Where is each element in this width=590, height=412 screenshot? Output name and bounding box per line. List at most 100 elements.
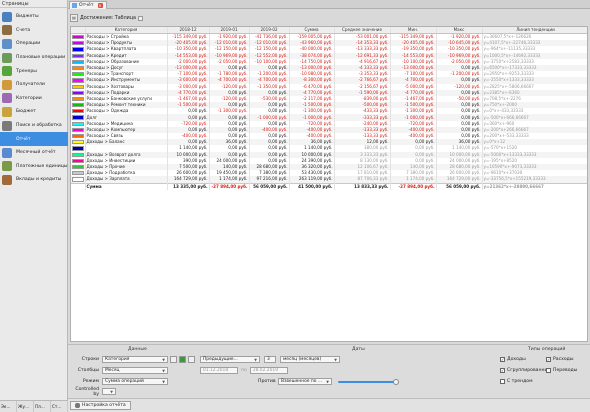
chevron-down-icon: ▼: [162, 379, 165, 384]
close-tab-icon[interactable]: ×: [97, 3, 103, 8]
against-value: Взвешенное по ...: [281, 378, 323, 384]
sidebar-item[interactable]: Получатели: [0, 78, 68, 92]
value-cell: 164 729,00 руб.: [167, 176, 210, 183]
income-label: Доходы: [507, 357, 526, 362]
sidebar-item[interactable]: Виджеты: [0, 10, 68, 24]
trend-checkbox[interactable]: [500, 379, 505, 384]
planned-operations-icon: [2, 52, 12, 63]
period-count-spinner[interactable]: 3: [264, 355, 276, 364]
rows-add-button[interactable]: [170, 356, 177, 363]
color-swatch-cell: [71, 176, 86, 183]
color-swatch: [72, 115, 84, 120]
transfers-label: Переводы: [553, 368, 578, 373]
rows-remove-button[interactable]: [188, 356, 195, 363]
mode-control: Режим Сумма операций ▼: [72, 377, 168, 386]
value-cell: -10 100,00 руб.: [249, 58, 290, 65]
weight-slider[interactable]: [338, 379, 399, 385]
table-row[interactable]: Расходы > Стройка -115 349,00 руб. -1 920,…: [71, 33, 587, 41]
sidebar-item-label: Бюджет: [16, 109, 36, 115]
against-select[interactable]: Взвешенное по ... ▼: [278, 377, 332, 386]
sidebar-tab-2[interactable]: Жу...: [17, 401, 34, 412]
rows-select[interactable]: Категория ▼: [102, 355, 168, 364]
sidebar-tab-3[interactable]: Пл...: [34, 401, 51, 412]
tab-report[interactable]: Отчёт ×: [69, 1, 107, 9]
slider-knob[interactable]: [393, 379, 399, 385]
total-cell: 56 059,00 руб.: [249, 182, 290, 190]
value-cell: y=36607,5*x+-126626: [482, 33, 587, 41]
breadcrumb[interactable]: Достижения: Таблица: [80, 16, 136, 21]
sidebar-item-label: Операции: [16, 41, 41, 47]
date-from-input[interactable]: 01.12.2018: [200, 366, 238, 375]
income-checkbox[interactable]: [500, 357, 505, 362]
period-select[interactable]: Предыдущие... ▼: [200, 355, 260, 364]
color-swatch: [72, 41, 84, 46]
mode-select[interactable]: Сумма операций ▼: [102, 377, 168, 386]
trend-label: С трендом: [507, 379, 533, 384]
columns-select[interactable]: Месяц ▼: [102, 366, 168, 375]
value-cell: 263 119,00 руб.: [289, 176, 335, 183]
report-doc-icon: [72, 3, 77, 8]
sidebar-item[interactable]: Категории: [0, 92, 68, 106]
color-swatch: [72, 158, 84, 163]
report-settings-button[interactable]: Настройка отчёта: [70, 401, 131, 410]
chevron-down-icon[interactable]: [138, 15, 144, 21]
grouped-label: Сгруппированные: [507, 368, 551, 373]
transfers-checkbox[interactable]: [546, 368, 551, 373]
check-transfers[interactable]: Переводы: [546, 368, 577, 373]
sidebar-item[interactable]: Поиск и обработка: [0, 119, 68, 133]
check-expenses[interactable]: Расходы: [546, 357, 573, 362]
sidebar-item[interactable]: Вклады и кредиты: [0, 173, 68, 187]
sidebar-tab-1[interactable]: Эк...: [0, 401, 17, 412]
date-to-input[interactable]: 28.02.2019: [249, 366, 288, 375]
column-header[interactable]: Среднее значение: [334, 27, 391, 34]
expenses-checkbox[interactable]: [546, 357, 551, 362]
sidebar-item[interactable]: Операции: [0, 37, 68, 51]
sidebar-item[interactable]: Отчёт: [0, 132, 68, 146]
color-swatch: [72, 59, 84, 64]
search-process-icon: [2, 120, 12, 131]
check-trend[interactable]: С трендом: [500, 379, 533, 384]
sidebar-item-label: Вклады и кредиты: [16, 177, 62, 183]
pages-sidebar: Страницы Виджеты Счета Операции Плановые оп…: [0, 0, 68, 412]
check-grouped[interactable]: Сгруппированные: [500, 368, 551, 373]
columns-value: Месяц: [105, 367, 120, 373]
expenses-label: Расходы: [553, 357, 574, 362]
table-body: Расходы > Стройка -115 349,00 руб. -1 920,…: [71, 33, 587, 190]
color-swatch-cell: [71, 33, 86, 41]
sidebar-item[interactable]: Месячный отчёт: [0, 146, 68, 160]
settings-bar: Настройка отчёта: [68, 398, 590, 412]
check-income[interactable]: Доходы: [500, 357, 526, 362]
play-icon[interactable]: [179, 356, 186, 363]
sidebar-tab-4[interactable]: Ст...: [51, 401, 68, 412]
color-swatch: [72, 134, 84, 139]
sidebar-item[interactable]: Тренеры: [0, 64, 68, 78]
period-unit-select[interactable]: месяц (месяцев) ▼: [280, 355, 340, 364]
depth-select[interactable]: ▼: [102, 387, 116, 396]
value-cell: -115 349,00 руб.: [390, 33, 437, 41]
rows-control: Строки Категория ▼: [72, 355, 195, 364]
report-table-container[interactable]: Категория 2018-12 2019-01 2019-02 Сумма Средн…: [70, 26, 588, 342]
document-icon[interactable]: ▤: [70, 14, 78, 22]
sidebar-item[interactable]: Платежные единицы: [0, 160, 68, 174]
color-swatch: [72, 53, 84, 58]
budget-icon: [2, 106, 12, 117]
operations-icon: [2, 38, 12, 49]
color-swatch: [72, 84, 84, 89]
sidebar-item[interactable]: Плановые операции: [0, 51, 68, 65]
grouped-checkbox[interactable]: [500, 368, 505, 373]
value-cell: y=-33756,5*x+155219,33333: [482, 176, 587, 183]
color-swatch: [72, 121, 84, 126]
date-to-value: 28.02.2019: [252, 367, 278, 373]
color-swatch: [72, 152, 84, 157]
table-row[interactable]: Расходы > Банковские услуги -1 467,00 руб…: [71, 95, 587, 103]
total-cell: 41 500,00 руб.: [289, 182, 335, 190]
table-row[interactable]: Доходы > Зарплата 164 729,00 руб. 1 174,00…: [71, 176, 587, 183]
report-settings-label: Настройка отчёта: [82, 403, 126, 408]
sidebar-item[interactable]: Бюджет: [0, 105, 68, 119]
document-tabbar: Отчёт ×: [68, 0, 590, 9]
color-swatch: [72, 35, 84, 40]
total-row[interactable]: Сумма 13 335,00 руб. -27 894,00 руб. 56 059…: [71, 182, 587, 190]
sidebar-item[interactable]: Счета: [0, 24, 68, 38]
value-cell: -12 150,00 руб.: [209, 46, 250, 53]
sidebar-item-label: Получатели: [16, 82, 45, 88]
